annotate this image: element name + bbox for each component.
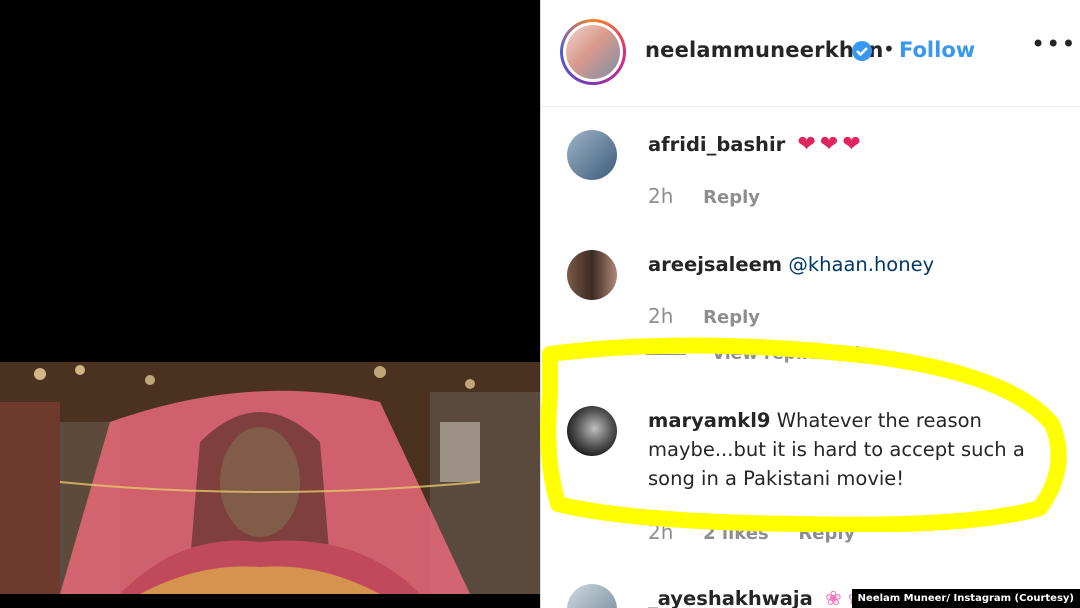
commenter-username[interactable]: areejsaleem <box>648 253 782 276</box>
image-credit: Neelam Muneer/ Instagram (Courtesy) <box>851 589 1080 608</box>
more-options-icon[interactable]: ••• <box>1031 30 1076 58</box>
comment-body: areejsaleem @khaan.honey <box>648 250 1038 279</box>
commenter-avatar[interactable] <box>567 250 617 300</box>
reply-button[interactable]: Reply <box>703 307 760 328</box>
comment-time: 2h <box>648 304 674 328</box>
video-frame-illustration <box>0 362 540 594</box>
comment-meta: 2h 2 likes Reply <box>648 520 879 544</box>
reply-button[interactable]: Reply <box>798 523 855 544</box>
commenter-username[interactable]: _ayeshakhwaja <box>648 587 813 608</box>
post-media[interactable] <box>0 0 540 608</box>
commenter-username[interactable]: afridi_bashir <box>648 133 785 156</box>
commenter-avatar[interactable] <box>567 406 617 456</box>
view-replies-button[interactable]: View replies (1) <box>646 344 863 364</box>
commenter-avatar[interactable] <box>567 130 617 180</box>
comment-time: 2h <box>648 520 674 544</box>
video-frame <box>0 362 540 594</box>
likes-count[interactable]: 2 likes <box>703 523 769 544</box>
comments-panel: neelammuneerkhan • Follow ••• afridi_bas… <box>540 0 1080 608</box>
commenter-avatar[interactable] <box>567 584 617 608</box>
follow-button[interactable]: Follow <box>899 38 975 62</box>
author-avatar[interactable] <box>560 19 626 85</box>
commenter-username[interactable]: maryamkl9 <box>648 409 771 432</box>
comment-body: maryamkl9 Whatever the reason maybe...bu… <box>648 406 1038 493</box>
heart-emoji-icon: ❤❤❤ <box>797 132 865 157</box>
author-username[interactable]: neelammuneerkhan <box>645 38 884 62</box>
comment-meta: 2h Reply <box>648 304 784 328</box>
reply-button[interactable]: Reply <box>703 187 760 208</box>
replies-divider <box>646 353 686 355</box>
post-header: neelammuneerkhan • Follow ••• <box>541 0 1080 107</box>
mention-link[interactable]: @khaan.honey <box>788 253 934 276</box>
view-replies-label[interactable]: View replies (1) <box>712 344 863 364</box>
separator-dot: • <box>883 37 895 61</box>
comment-meta: 2h Reply <box>648 184 784 208</box>
comment-body: afridi_bashir ❤❤❤ <box>648 130 1038 159</box>
comment-time: 2h <box>648 184 674 208</box>
verified-badge-icon <box>852 41 872 61</box>
